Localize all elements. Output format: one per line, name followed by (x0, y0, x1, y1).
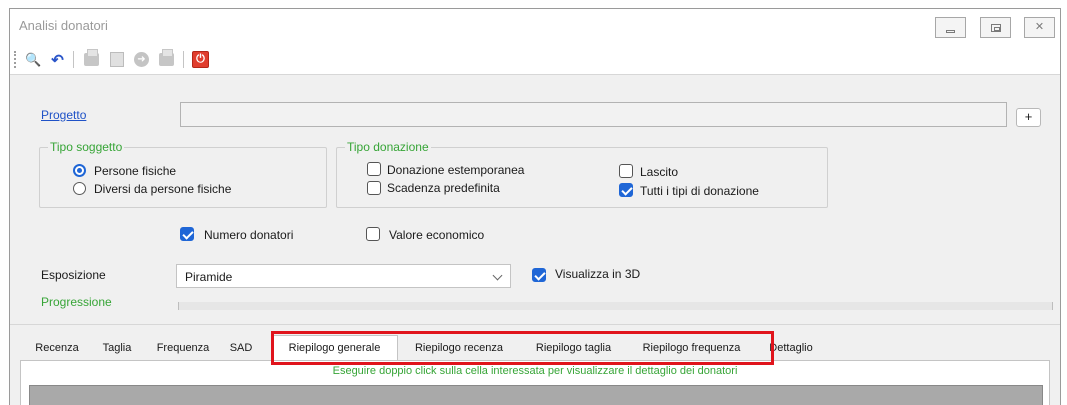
undo-icon: ↶ (51, 51, 64, 69)
persone-fisiche-radio[interactable] (73, 164, 86, 177)
esposizione-value: Piramide (185, 270, 233, 284)
valore-economico-checkbox[interactable] (366, 227, 380, 241)
progetto-field[interactable] (180, 102, 1007, 127)
next-icon: ➜ (134, 52, 149, 67)
donazione-estemporanea-label: Donazione estemporanea (387, 163, 525, 177)
tutti-tipi-donazione-label: Tutti i tipi di donazione (640, 184, 759, 198)
title-bar: Analisi donatori ✕ (10, 9, 1060, 43)
minimize-button[interactable] (935, 17, 966, 38)
toolbar: 🔍 ↶ ➜ ⏻ (10, 43, 1060, 75)
tab-sad[interactable]: SAD (223, 338, 259, 360)
diversi-persone-fisiche-radio[interactable] (73, 182, 86, 195)
tipo-donazione-title: Tipo donazione (345, 140, 431, 154)
persone-fisiche-label: Persone fisiche (94, 164, 177, 178)
tipo-donazione-group: Tipo donazione (336, 140, 828, 208)
maximize-icon (990, 23, 1001, 32)
visualizza-3d-checkbox[interactable] (532, 268, 546, 282)
minimize-icon (946, 29, 955, 33)
export-button[interactable] (106, 49, 127, 70)
print-icon (84, 49, 99, 66)
progetto-link[interactable]: Progetto (41, 108, 86, 122)
lascito-checkbox[interactable] (619, 164, 633, 178)
progressione-bar (178, 302, 1053, 310)
toolbar-separator (183, 51, 184, 68)
sheet-icon (109, 52, 124, 67)
power-off-icon: ⏻ (192, 51, 209, 68)
toolbar-separator (73, 51, 74, 68)
window-title: Analisi donatori (19, 18, 108, 33)
print-preview-icon (159, 49, 174, 66)
scadenza-predefinita-checkbox[interactable] (367, 181, 381, 195)
tipo-soggetto-title: Tipo soggetto (48, 140, 125, 154)
undo-button[interactable]: ↶ (47, 49, 68, 70)
print-preview-button[interactable] (156, 49, 177, 70)
tab-recenza[interactable]: Recenza (27, 338, 87, 360)
visualizza-3d-label: Visualizza in 3D (555, 267, 641, 281)
exit-button[interactable]: ⏻ (190, 49, 211, 70)
add-progetto-button[interactable]: + (1016, 108, 1041, 127)
double-click-hint: Eseguire doppio click sulla cella intere… (332, 365, 738, 377)
lascito-label: Lascito (640, 165, 679, 179)
print-button[interactable] (81, 49, 102, 70)
progressione-label: Progressione (41, 295, 112, 309)
riepilogo-generale-panel: Eseguire doppio click sulla cella intere… (20, 361, 1050, 405)
scadenza-predefinita-label: Scadenza predefinita (387, 181, 500, 195)
donazione-estemporanea-checkbox[interactable] (367, 162, 381, 176)
numero-donatori-label: Numero donatori (204, 228, 294, 242)
highlight-frame (271, 331, 774, 365)
esposizione-select[interactable]: Piramide (176, 264, 511, 288)
numero-donatori-checkbox[interactable] (180, 227, 194, 241)
close-icon: ✕ (1034, 21, 1045, 33)
tabstrip-divider (10, 324, 1060, 325)
analisi-donatori-window: Analisi donatori ✕ 🔍 ↶ ➜ ⏻ Progetto + Ti… (9, 8, 1061, 405)
maximize-button[interactable] (980, 17, 1011, 38)
tutti-tipi-donazione-checkbox[interactable] (619, 183, 633, 197)
next-button[interactable]: ➜ (131, 49, 152, 70)
tab-taglia[interactable]: Taglia (93, 338, 141, 360)
valore-economico-label: Valore economico (389, 228, 485, 242)
diversi-persone-fisiche-label: Diversi da persone fisiche (94, 182, 232, 196)
binoculars-icon: 🔍 (25, 51, 42, 67)
search-button[interactable]: 🔍 (23, 49, 44, 70)
toolbar-grip[interactable] (14, 51, 16, 68)
close-button[interactable]: ✕ (1024, 17, 1055, 38)
summary-grid[interactable] (29, 385, 1043, 405)
tipo-soggetto-group: Tipo soggetto (39, 140, 327, 208)
esposizione-label: Esposizione (41, 268, 106, 282)
chevron-down-icon (492, 270, 503, 281)
tab-frequenza[interactable]: Frequenza (147, 338, 219, 360)
